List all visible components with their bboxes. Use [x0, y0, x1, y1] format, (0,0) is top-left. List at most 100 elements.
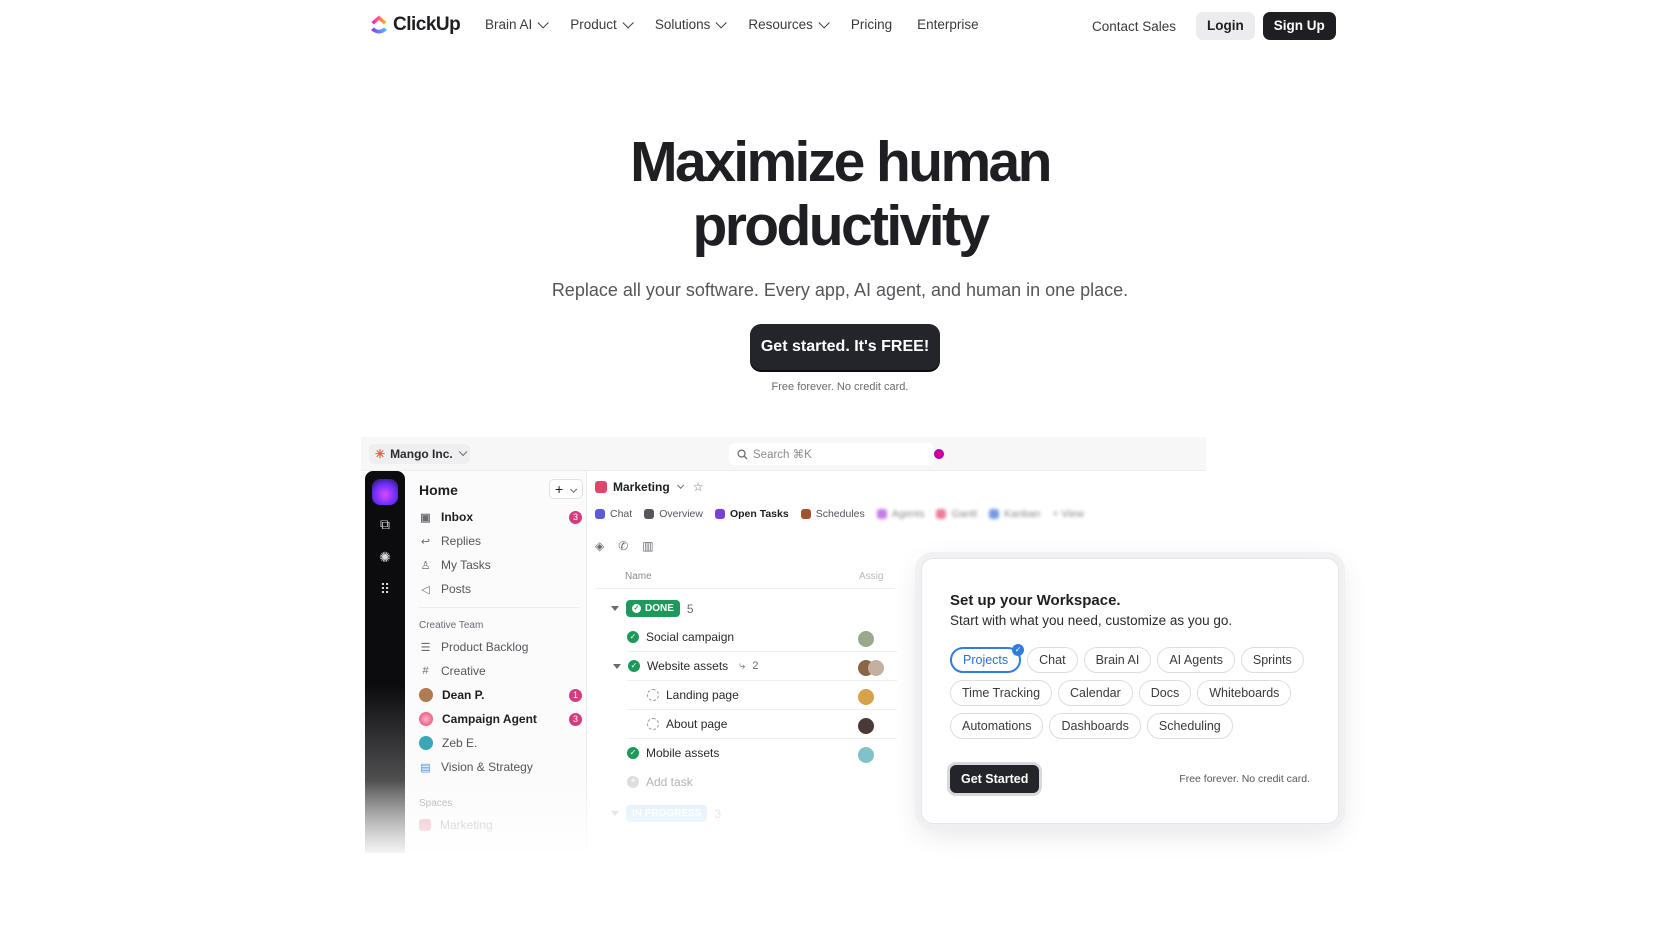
chevron-down-icon — [537, 16, 550, 29]
tab-kanban[interactable]: Kanban — [989, 508, 1040, 520]
sidebar-item-replies[interactable]: ↩ Replies — [419, 532, 481, 550]
clickup-logo[interactable]: ClickUp — [369, 14, 461, 36]
star-icon[interactable]: ☆ — [693, 480, 704, 494]
megaphone-icon: ◁ — [421, 583, 430, 596]
menu-brain-ai[interactable]: Brain AI — [485, 16, 550, 32]
tab-open-tasks[interactable]: Open Tasks — [714, 508, 789, 520]
sidebar-item-label: Product Backlog — [441, 640, 529, 654]
ai-orb-icon[interactable] — [934, 449, 944, 459]
group-count: 3 — [714, 806, 722, 821]
user-icon: ♙ — [420, 559, 431, 572]
sidebar-item-product-backlog[interactable]: ☰ Product Backlog — [419, 638, 529, 656]
sidebar-item-campaign-agent[interactable]: Campaign Agent — [419, 710, 537, 728]
menu-label: Product — [570, 17, 617, 32]
add-task-label: Add task — [646, 775, 693, 789]
get-started-button[interactable]: Get started. It's FREE! — [750, 324, 940, 370]
status-badge: ✓ DONE — [626, 600, 680, 617]
menu-enterprise[interactable]: Enterprise — [917, 17, 979, 32]
doc-icon: ▤ — [420, 761, 431, 774]
docs-icon[interactable]: ⧉ — [376, 515, 394, 533]
tab-label: Chat — [610, 508, 633, 520]
chip-dashboards[interactable]: Dashboards — [1049, 713, 1141, 739]
menu-pricing[interactable]: Pricing — [851, 17, 892, 32]
space-icon — [595, 481, 607, 493]
search-input[interactable]: Search ⌘K — [729, 443, 944, 465]
chip-time-tracking[interactable]: Time Tracking — [950, 680, 1053, 706]
ai-icon[interactable]: ✺ — [376, 548, 394, 566]
breadcrumb[interactable]: Marketing ☆ — [595, 480, 703, 494]
sidebar-space-marketing[interactable]: Marketing — [419, 816, 493, 834]
card-title: Set up your Workspace. — [950, 592, 1121, 609]
phone-icon[interactable]: ✆ — [618, 539, 628, 553]
chip-docs[interactable]: Docs — [1138, 680, 1192, 706]
sidebar-item-label: Creative — [441, 664, 486, 678]
check-icon: ✓ — [632, 604, 641, 613]
task-row[interactable]: ✓ Social campaign — [627, 630, 734, 644]
menu-product[interactable]: Product — [570, 16, 634, 32]
task-row[interactable]: Landing page — [647, 688, 739, 702]
sidebar-item-vision-strategy[interactable]: ▤ Vision & Strategy — [419, 758, 533, 776]
toolbar: ◈ ✆ ▥ — [595, 539, 654, 553]
task-row[interactable]: About page — [647, 717, 727, 731]
todo-status-icon — [647, 718, 659, 730]
group-in-progress-header[interactable]: IN PROGRESS 3 — [611, 805, 721, 822]
add-task-button[interactable]: + Add task — [627, 775, 693, 789]
sidebar-item-inbox[interactable]: ▣ Inbox — [419, 508, 473, 526]
sidebar-item-zeb[interactable]: Zeb E. — [419, 734, 477, 752]
task-row[interactable]: ✓ Website assets ⤷ 2 — [613, 659, 758, 673]
sidebar-item-posts[interactable]: ◁ Posts — [419, 580, 471, 598]
gantt-icon — [936, 509, 947, 519]
checkmark-icon: ✓ — [1012, 644, 1025, 656]
chip-calendar[interactable]: Calendar — [1058, 680, 1133, 706]
divider — [595, 588, 895, 589]
login-button[interactable]: Login — [1196, 12, 1255, 40]
apps-grid-icon[interactable]: ⠿ — [376, 580, 394, 598]
signup-button[interactable]: Sign Up — [1262, 12, 1336, 40]
search-icon — [737, 448, 748, 460]
tab-agents[interactable]: Agents — [876, 508, 924, 520]
group-done-header[interactable]: ✓ DONE 5 — [611, 600, 694, 617]
sidebar-item-my-tasks[interactable]: ♙ My Tasks — [419, 556, 491, 574]
tab-gantt[interactable]: Gantt — [936, 508, 977, 520]
menu-resources[interactable]: Resources — [748, 16, 830, 32]
layers-icon[interactable]: ◈ — [595, 539, 604, 553]
avatar — [858, 631, 874, 647]
overview-icon — [644, 509, 655, 519]
chip-chat[interactable]: Chat — [1027, 647, 1078, 673]
menu-solutions[interactable]: Solutions — [655, 16, 728, 32]
workspace-setup-card: Set up your Workspace. Start with what y… — [921, 558, 1339, 824]
tab-overview[interactable]: Overview — [644, 508, 703, 520]
chip-scheduling[interactable]: Scheduling — [1146, 713, 1233, 739]
sidebar-item-label: Inbox — [441, 510, 473, 524]
home-icon[interactable] — [372, 479, 398, 505]
chip-whiteboards[interactable]: Whiteboards — [1197, 680, 1292, 706]
tab-chat[interactable]: Chat — [595, 508, 632, 520]
card-get-started-button[interactable]: Get Started — [950, 765, 1040, 793]
columns-icon[interactable]: ▥ — [642, 539, 653, 553]
task-name: Website assets — [647, 659, 729, 673]
dean-badge: 1 — [569, 689, 582, 702]
task-row[interactable]: ✓ Mobile assets — [627, 746, 719, 760]
chip-automations[interactable]: Automations — [950, 713, 1044, 739]
agent-icon — [876, 509, 887, 519]
column-header-assignee: Assig — [859, 571, 884, 582]
chip-label: Projects — [963, 653, 1009, 667]
tab-add-view[interactable]: + View — [1052, 508, 1084, 520]
sidebar-add-button[interactable]: + — [549, 479, 583, 499]
sidebar-item-creative[interactable]: # Creative — [419, 662, 486, 680]
plus-icon: + — [555, 481, 564, 497]
workspace-switcher[interactable]: ✳ Mango Inc. — [369, 444, 470, 464]
chip-ai-agents[interactable]: AI Agents — [1157, 647, 1235, 673]
contact-sales-link[interactable]: Contact Sales — [1092, 19, 1176, 34]
tab-schedules[interactable]: Schedules — [800, 508, 865, 520]
chip-brain-ai[interactable]: Brain AI — [1083, 647, 1152, 673]
chip-sprints[interactable]: Sprints — [1240, 647, 1304, 673]
inbox-badge: 3 — [569, 511, 582, 524]
sidebar-item-dean[interactable]: Dean P. — [419, 686, 484, 704]
chip-projects[interactable]: Projects ✓ — [950, 644, 1025, 673]
kanban-icon — [989, 509, 1000, 519]
workspace-name: Mango Inc. — [390, 447, 453, 461]
sidebar-title: Home — [419, 482, 458, 498]
todo-status-icon — [647, 689, 659, 701]
task-name: Mobile assets — [646, 746, 720, 760]
